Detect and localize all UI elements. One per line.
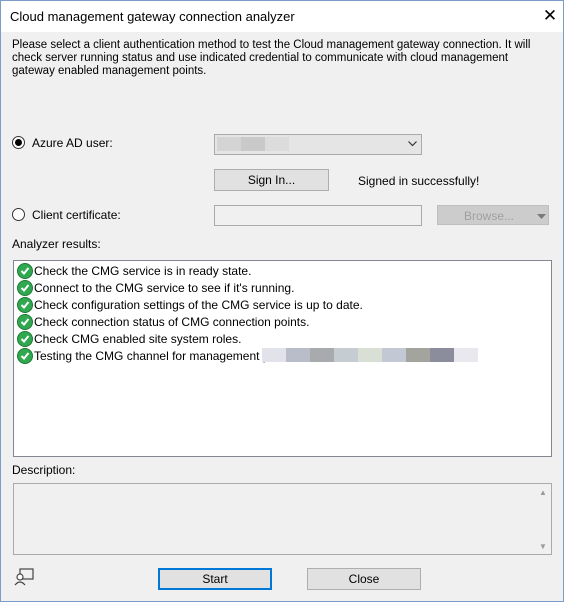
window-title: Cloud management gateway connection anal… <box>10 9 295 24</box>
browse-label: Browse... <box>464 209 515 223</box>
redacted-block <box>454 348 478 362</box>
chevron-down-icon <box>408 141 417 147</box>
result-text: Check CMG enabled site system roles. <box>34 332 242 346</box>
description-box[interactable]: ▲ ▼ <box>13 483 552 555</box>
check-icon <box>17 262 33 279</box>
redacted-block <box>262 348 286 362</box>
azure-ad-label[interactable]: Azure AD user: <box>32 136 113 150</box>
dropdown-triangle-icon <box>537 214 546 219</box>
list-item: Check the CMG service is in ready state. <box>17 262 252 280</box>
scroll-down-icon[interactable]: ▼ <box>539 542 547 551</box>
azure-user-dropdown[interactable] <box>214 134 422 155</box>
close-button[interactable]: Close <box>307 568 421 590</box>
check-icon <box>17 296 33 313</box>
browse-button: Browse... <box>437 205 549 225</box>
analyzer-results-label: Analyzer results: <box>12 237 101 251</box>
result-text: Check the CMG service is in ready state. <box>34 264 252 278</box>
redacted-block <box>286 348 310 362</box>
description-label: Description: <box>12 463 76 477</box>
result-text: Connect to the CMG service to see if it'… <box>34 281 295 295</box>
redacted-block <box>382 348 406 362</box>
client-certificate-label[interactable]: Client certificate: <box>32 208 121 222</box>
analyzer-results-list[interactable]: Check the CMG service is in ready state.… <box>13 260 552 457</box>
dialog-window: Cloud management gateway connection anal… <box>0 0 564 602</box>
client-certificate-radio[interactable] <box>12 208 25 221</box>
title-bar[interactable]: Cloud management gateway connection anal… <box>1 1 563 32</box>
azure-ad-radio[interactable] <box>12 136 25 149</box>
result-text: Check connection status of CMG connectio… <box>34 315 310 329</box>
start-button[interactable]: Start <box>158 568 272 590</box>
check-icon <box>17 279 33 296</box>
certificate-field <box>214 205 422 226</box>
redacted-block <box>241 137 265 151</box>
intro-text: Please select a client authentication me… <box>12 39 531 77</box>
list-item: Check CMG enabled site system roles. <box>17 330 242 348</box>
close-icon[interactable]: ✕ <box>539 5 561 27</box>
sign-in-button[interactable]: Sign In... <box>214 169 329 191</box>
redacted-block <box>217 137 241 151</box>
redacted-block <box>310 348 334 362</box>
check-icon <box>17 330 33 347</box>
feedback-icon[interactable] <box>13 567 35 587</box>
list-item: Testing the CMG channel for management p… <box>17 347 293 365</box>
list-item: Connect to the CMG service to see if it'… <box>17 279 295 297</box>
redacted-block <box>265 137 289 151</box>
redacted-block <box>406 348 430 362</box>
redacted-block <box>334 348 358 362</box>
list-item: Check connection status of CMG connectio… <box>17 313 310 331</box>
redacted-block <box>430 348 454 362</box>
redacted-block <box>358 348 382 362</box>
check-icon <box>17 313 33 330</box>
list-item: Check configuration settings of the CMG … <box>17 296 363 314</box>
signin-status: Signed in successfully! <box>358 174 480 188</box>
check-icon <box>17 347 33 364</box>
description-scrollbar[interactable]: ▲ ▼ <box>535 484 551 554</box>
result-text: Testing the CMG channel for management p… <box>34 349 293 363</box>
result-text: Check configuration settings of the CMG … <box>34 298 363 312</box>
scroll-up-icon[interactable]: ▲ <box>539 488 547 497</box>
